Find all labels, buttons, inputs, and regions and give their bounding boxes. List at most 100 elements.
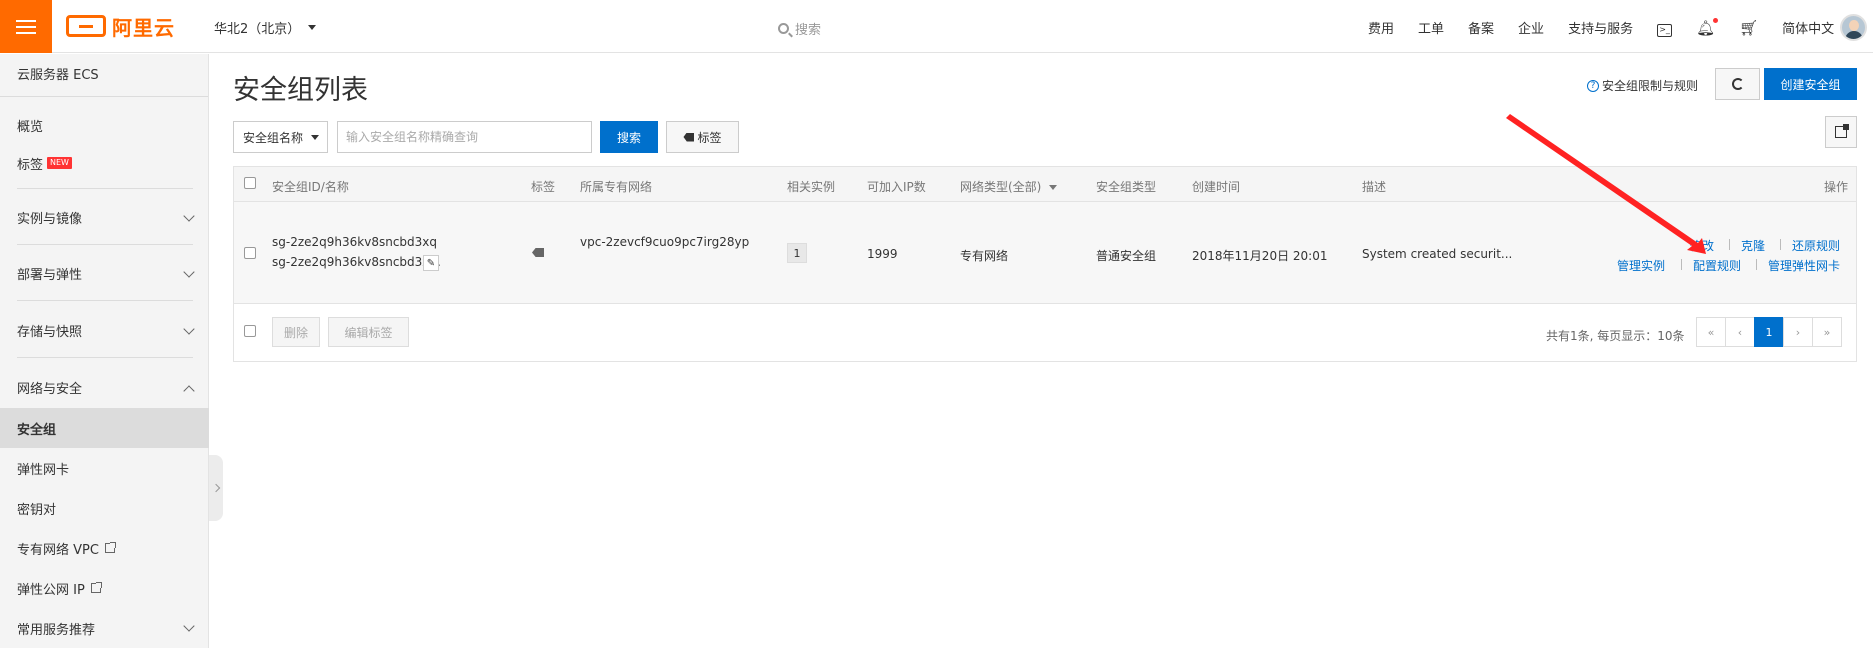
search-button[interactable]: 搜索 — [600, 121, 658, 153]
tag-filter-button[interactable]: 标签 — [666, 121, 739, 153]
chevron-right-icon — [211, 483, 221, 493]
nav-icp[interactable]: 备案 — [1468, 18, 1494, 37]
divider — [1681, 259, 1682, 270]
table-header: 安全组ID/名称 标签 所属专有网络 相关实例 可加入IP数 网络类型(全部) … — [234, 167, 1856, 202]
filter-select-value: 安全组名称 — [243, 130, 304, 145]
global-search[interactable]: 搜索 — [778, 19, 821, 38]
sidebar-item-eip[interactable]: 弹性公网 IP — [0, 572, 209, 604]
cart-icon[interactable]: 🛒︎ — [1739, 19, 1758, 37]
divider — [17, 357, 193, 358]
top-nav: 费用 工单 备案 企业 支持与服务 >_ 🔔︎ 🛒︎ 简体中文 — [1368, 17, 1858, 37]
region-label: 华北2（北京） — [214, 22, 301, 37]
col-id-name: 安全组ID/名称 — [272, 180, 349, 194]
sidebar: 云服务器 ECS 概览 标签 NEW 实例与镜像 部署与弹性 存储与快照 网络与… — [0, 54, 209, 648]
sidebar-item-eni[interactable]: 弹性网卡 — [0, 452, 209, 484]
sidebar-item-tags[interactable]: 标签 NEW — [0, 148, 209, 178]
refresh-button[interactable] — [1715, 68, 1760, 100]
sidebar-item-label: 实例与镜像 — [17, 211, 83, 227]
menu-icon[interactable] — [0, 0, 52, 53]
sidebar-item-label: 安全组 — [17, 422, 57, 438]
chevron-down-icon — [183, 323, 195, 335]
sg-type: 普通安全组 — [1096, 249, 1157, 263]
col-ip-count: 可加入IP数 — [867, 180, 926, 194]
col-net-type-filter[interactable]: 网络类型(全部) — [960, 178, 1058, 195]
sidebar-item-label: 弹性公网 IP — [17, 582, 85, 598]
chevron-down-icon — [183, 620, 195, 632]
chevron-up-icon — [183, 385, 195, 397]
select-all-checkbox[interactable] — [244, 177, 256, 189]
vpc-id[interactable]: vpc-2zevcf9cuo9pc7irg28yp — [580, 235, 749, 249]
page-prev-button[interactable]: ‹ — [1725, 317, 1755, 347]
tag-filter-label: 标签 — [697, 130, 722, 145]
edit-name-icon[interactable]: ✎ — [423, 255, 439, 271]
avatar[interactable] — [1840, 14, 1867, 41]
aliyun-logo[interactable]: 阿里云 — [66, 13, 175, 40]
sidebar-title: 云服务器 ECS — [0, 54, 208, 97]
sidebar-group-storage[interactable]: 存储与快照 — [0, 315, 209, 345]
sidebar-item-label: 存储与快照 — [17, 324, 83, 340]
tag-icon[interactable] — [532, 248, 544, 257]
chevron-down-icon — [183, 210, 195, 222]
clone-link[interactable]: 克隆 — [1741, 237, 1765, 254]
net-type: 专有网络 — [960, 249, 1009, 263]
col-sg-type: 安全组类型 — [1096, 180, 1157, 194]
sidebar-group-deploy[interactable]: 部署与弹性 — [0, 258, 209, 288]
page-first-button[interactable]: « — [1696, 317, 1726, 347]
sidebar-item-label: 常用服务推荐 — [17, 622, 96, 638]
manage-eni-link[interactable]: 管理弹性网卡 — [1768, 257, 1840, 274]
page-1-button[interactable]: 1 — [1754, 317, 1784, 347]
nav-enterprise[interactable]: 企业 — [1518, 18, 1544, 37]
help-icon: ? — [1587, 79, 1599, 92]
divider — [1729, 239, 1730, 250]
divider — [17, 244, 193, 245]
caret-down-icon — [311, 134, 320, 140]
config-rules-link[interactable]: 配置规则 — [1693, 257, 1741, 274]
divider — [17, 300, 193, 301]
manage-instances-link[interactable]: 管理实例 — [1617, 257, 1665, 274]
sidebar-item-label: 概览 — [17, 119, 44, 135]
sidebar-item-overview[interactable]: 概览 — [0, 110, 209, 140]
delete-button[interactable]: 删除 — [272, 317, 320, 347]
create-security-group-button[interactable]: 创建安全组 — [1764, 68, 1857, 100]
instance-count-badge[interactable]: 1 — [787, 243, 807, 263]
sidebar-item-security-group[interactable]: 安全组 — [0, 408, 209, 448]
nav-ticket[interactable]: 工单 — [1418, 18, 1444, 37]
page-next-button[interactable]: › — [1783, 317, 1813, 347]
sidebar-group-recommend[interactable]: 常用服务推荐 — [0, 612, 209, 644]
sidebar-group-instances[interactable]: 实例与镜像 — [0, 202, 209, 232]
modify-link[interactable]: 修改 — [1690, 237, 1714, 254]
top-bar: 阿里云 华北2（北京） 搜索 费用 工单 备案 企业 支持与服务 >_ 🔔︎ 🛒… — [0, 0, 1873, 53]
sidebar-item-vpc[interactable]: 专有网络 VPC — [0, 532, 209, 564]
sidebar-item-label: 专有网络 VPC — [17, 542, 99, 558]
sg-id[interactable]: sg-2ze2q9h36kv8sncbd3xq — [272, 235, 437, 249]
created-time: 2018年11月20日 20:01 — [1192, 249, 1328, 263]
sidebar-group-network[interactable]: 网络与安全 — [0, 372, 209, 402]
footer-select-all-checkbox[interactable] — [244, 325, 256, 337]
nav-support[interactable]: 支持与服务 — [1568, 18, 1633, 37]
security-group-table: 安全组ID/名称 标签 所属专有网络 相关实例 可加入IP数 网络类型(全部) … — [233, 166, 1857, 362]
terminal-icon[interactable]: >_ — [1657, 18, 1673, 37]
notification-dot — [1713, 17, 1719, 23]
row-checkbox[interactable] — [244, 247, 256, 259]
search-input[interactable] — [337, 121, 592, 153]
limit-rules-link[interactable]: ? 安全组限制与规则 — [1587, 77, 1698, 94]
sidebar-collapse-handle[interactable] — [209, 455, 223, 521]
restore-rules-link[interactable]: 还原规则 — [1792, 237, 1840, 254]
sidebar-item-label: 密钥对 — [17, 502, 57, 518]
sidebar-item-keypair[interactable]: 密钥对 — [0, 492, 209, 524]
col-vpc: 所属专有网络 — [580, 180, 653, 194]
search-icon — [778, 23, 789, 34]
sg-name: sg-2ze2q9h36kv8sncbd3x... — [272, 255, 441, 269]
region-selector[interactable]: 华北2（北京） — [214, 18, 317, 37]
external-link-icon — [104, 542, 116, 553]
col-instances: 相关实例 — [787, 180, 836, 194]
bell-icon[interactable]: 🔔︎ — [1696, 17, 1719, 37]
language-switch[interactable]: 简体中文 — [1782, 18, 1834, 37]
nav-billing[interactable]: 费用 — [1368, 18, 1394, 37]
edit-tags-button[interactable]: 编辑标签 — [328, 317, 409, 347]
page-last-button[interactable]: » — [1812, 317, 1842, 347]
export-button[interactable] — [1825, 116, 1857, 148]
divider — [1780, 239, 1781, 250]
filter-select[interactable]: 安全组名称 — [233, 121, 328, 153]
logo-mark-icon — [66, 15, 106, 37]
